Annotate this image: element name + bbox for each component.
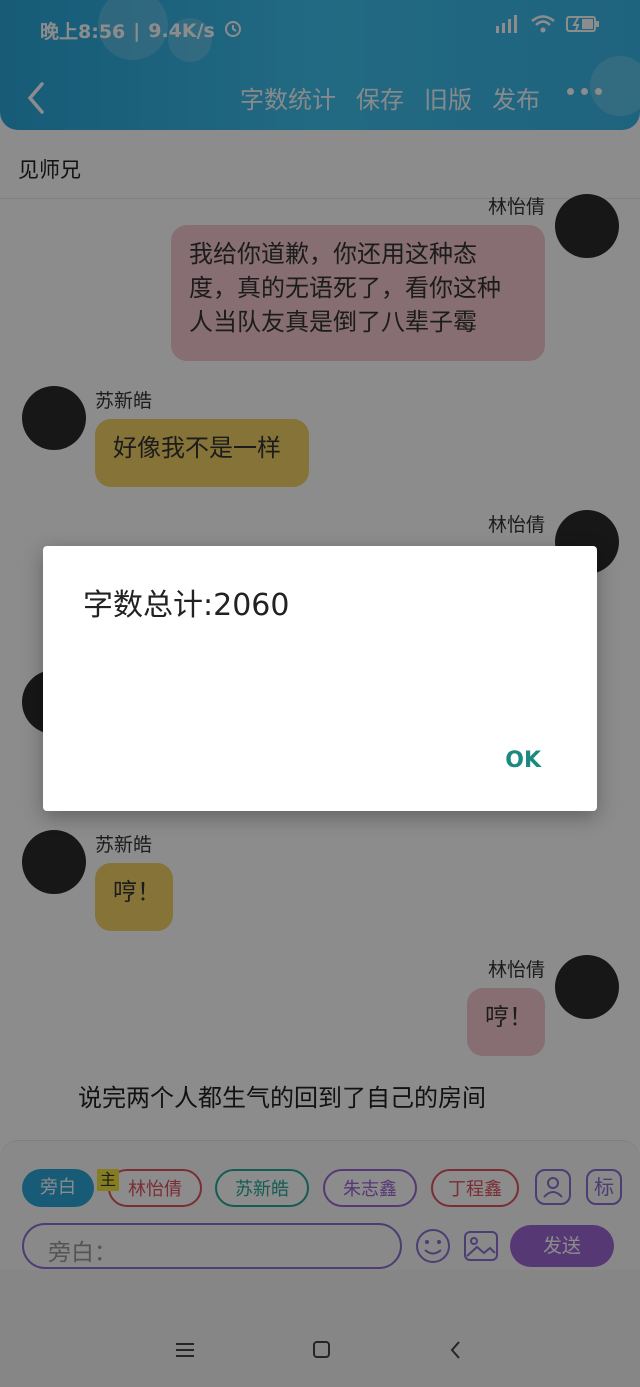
- dialog-title: 字数总计:2060: [83, 588, 290, 623]
- word-count-dialog: 字数总计:2060 OK: [43, 546, 597, 811]
- ok-button[interactable]: OK: [505, 748, 541, 773]
